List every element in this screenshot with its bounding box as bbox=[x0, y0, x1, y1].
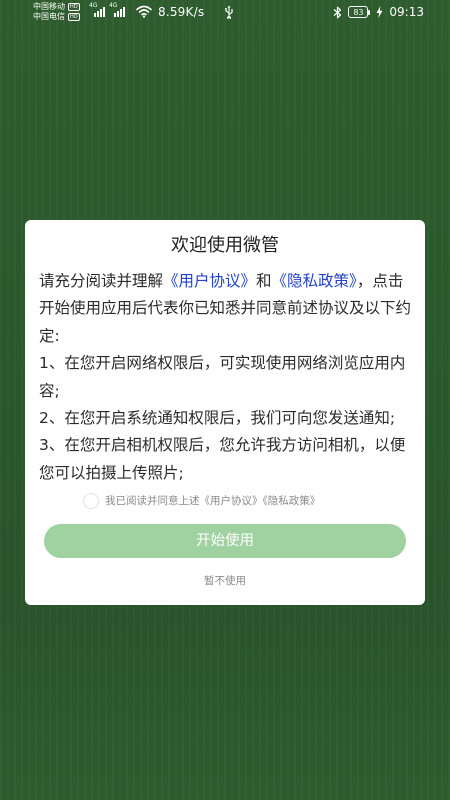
agree-user-agreement-link[interactable]: 《用户协议》 bbox=[200, 495, 263, 507]
carrier-1-name: 中国移动 bbox=[33, 2, 65, 11]
clock-time: 09:13 bbox=[389, 5, 424, 19]
agree-privacy-policy-link[interactable]: 《隐私政策》 bbox=[263, 495, 321, 507]
decline-link[interactable]: 暂不使用 bbox=[25, 574, 425, 588]
terms-intro: 请充分阅读并理解《用户协议》和《隐私政策》，点击开始使用应用后代表你已知悉并同意… bbox=[39, 268, 415, 350]
dialog-title: 欢迎使用微管 bbox=[171, 235, 279, 256]
and-text: 和 bbox=[256, 272, 272, 290]
signal-indicators: 4G 4G bbox=[89, 3, 125, 17]
carrier-2-name: 中国电信 bbox=[33, 12, 65, 21]
agree-row[interactable]: 我已阅读并同意上述《用户协议》《隐私政策》 bbox=[83, 493, 320, 509]
privacy-dialog: 欢迎使用微管 请充分阅读并理解《用户协议》和《隐私政策》，点击开始使用应用后代表… bbox=[25, 220, 425, 605]
carrier-info: 中国移动 HD 中国电信 HD bbox=[33, 2, 80, 22]
signal-icon: 4G bbox=[109, 3, 125, 17]
wifi-icon bbox=[136, 5, 152, 18]
bluetooth-icon bbox=[334, 6, 342, 18]
status-bar: 中国移动 HD 中国电信 HD 4G 4G 8.59K/s 83 09:13 bbox=[0, 0, 450, 26]
intro-prefix: 请充分阅读并理解 bbox=[39, 272, 164, 290]
privacy-policy-link[interactable]: 《隐私政策》 bbox=[272, 272, 357, 290]
terms-item-network: 1、在您开启网络权限后，可实现使用网络浏览应用内容; bbox=[39, 354, 406, 400]
network-speed: 8.59K/s bbox=[158, 5, 205, 19]
terms-item-notification: 2、在您开启系统通知权限后，我们可向您发送通知; bbox=[39, 409, 396, 428]
signal-icon: 4G bbox=[89, 3, 105, 17]
hd-badge-2: HD bbox=[68, 13, 80, 21]
charging-icon bbox=[376, 6, 383, 18]
hd-badge-1: HD bbox=[68, 3, 80, 11]
user-agreement-link[interactable]: 《用户协议》 bbox=[163, 272, 256, 290]
terms-item-camera: 3、在您开启相机权限后，您允许我方访问相机，以便您可以拍摄上传照片; bbox=[39, 436, 406, 482]
usb-icon bbox=[225, 5, 233, 19]
agree-checkbox[interactable] bbox=[83, 493, 99, 509]
battery-level: 83 bbox=[348, 6, 369, 18]
terms-content[interactable]: 请充分阅读并理解《用户协议》和《隐私政策》，点击开始使用应用后代表你已知悉并同意… bbox=[39, 268, 415, 482]
start-using-button[interactable]: 开始使用 bbox=[44, 524, 406, 558]
right-status-group: 83 09:13 bbox=[333, 5, 424, 19]
agree-text: 我已阅读并同意上述 bbox=[105, 495, 200, 507]
agree-label: 我已阅读并同意上述《用户协议》《隐私政策》 bbox=[105, 494, 320, 508]
battery-icon: 83 bbox=[348, 6, 371, 18]
